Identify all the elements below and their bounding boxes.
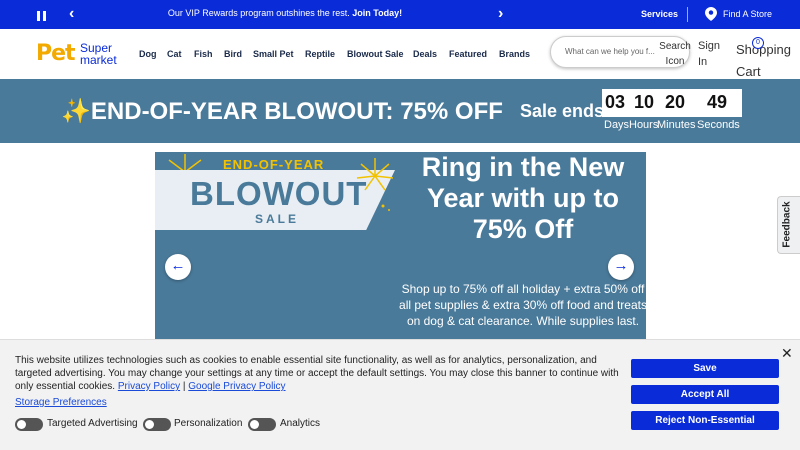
countdown-hours: 10 bbox=[634, 92, 655, 112]
save-button[interactable]: Save bbox=[631, 359, 779, 378]
announcement-bar: ‹ Our VIP Rewards program outshines the … bbox=[0, 0, 800, 29]
blowout-countdown-banner[interactable]: ✨END-OF-YEAR BLOWOUT: 75% OFF Sale ends:… bbox=[0, 79, 800, 143]
nav-fish[interactable]: Fish bbox=[194, 49, 213, 59]
hero-eyebrow: END-OF-YEAR bbox=[223, 157, 325, 172]
sparkles-icon: ✨ bbox=[61, 98, 91, 125]
pet-supermarket-logo[interactable]: Pet Super market bbox=[36, 41, 117, 67]
hero-promo-slide[interactable]: END-OF-YEAR BLOWOUT SALE Ring in the New… bbox=[155, 152, 646, 350]
nav-bird[interactable]: Bird bbox=[224, 49, 242, 59]
nav-brands[interactable]: Brands bbox=[499, 49, 530, 59]
reject-non-essential-button[interactable]: Reject Non-Essential bbox=[631, 411, 779, 430]
targeted-advertising-label: Targeted Advertising bbox=[47, 418, 138, 429]
chevron-right-icon[interactable]: › bbox=[498, 6, 512, 22]
search-icon[interactable]: Search Icon bbox=[658, 39, 692, 69]
headline-text: END-OF-YEAR BLOWOUT: 75% OFF bbox=[90, 98, 503, 125]
privacy-policy-link[interactable]: Privacy Policy bbox=[118, 381, 180, 392]
blowout-sale-graphic: END-OF-YEAR BLOWOUT SALE bbox=[155, 152, 395, 350]
nav-small-pet[interactable]: Small Pet bbox=[253, 49, 294, 59]
join-today-link[interactable]: Join Today! bbox=[352, 8, 402, 18]
nav-dog[interactable]: Dog bbox=[139, 49, 157, 59]
cookie-message-text: This website utilizes technologies such … bbox=[15, 355, 619, 392]
cart-count-badge: 0 bbox=[752, 37, 764, 49]
services-link[interactable]: Services bbox=[641, 9, 678, 19]
feedback-label: Feedback bbox=[781, 201, 793, 248]
countdown-minutes: 20 bbox=[665, 92, 686, 112]
personalization-label: Personalization bbox=[174, 418, 243, 429]
hero-description: Shop up to 75% off all holiday + extra 5… bbox=[399, 282, 646, 328]
cookie-message: This website utilizes technologies such … bbox=[15, 354, 620, 393]
hero-blowout-word: BLOWOUT bbox=[190, 175, 368, 212]
nav-reptile[interactable]: Reptile bbox=[305, 49, 335, 59]
logo-pet-text: Pet bbox=[36, 41, 76, 66]
search-input[interactable]: What can we help you f... bbox=[565, 47, 657, 56]
close-icon[interactable]: ✕ bbox=[781, 345, 793, 362]
hero-headline: Ring in the New Year with up to 75% Off bbox=[421, 152, 625, 244]
google-privacy-policy-link[interactable]: Google Privacy Policy bbox=[188, 381, 285, 392]
countdown-timer: 03 10 20 49 bbox=[602, 89, 742, 117]
nav-cat[interactable]: Cat bbox=[167, 49, 182, 59]
countdown-seconds: 49 bbox=[707, 92, 728, 112]
carousel-prev-button[interactable]: ← bbox=[165, 254, 191, 280]
analytics-toggle[interactable] bbox=[248, 418, 276, 431]
countdown-days: 03 bbox=[605, 92, 626, 112]
logo-supermarket-text: Super market bbox=[80, 41, 117, 67]
targeted-advertising-toggle[interactable] bbox=[15, 418, 43, 431]
blowout-headline: ✨END-OF-YEAR BLOWOUT: 75% OFF bbox=[61, 97, 503, 126]
storage-preferences-link[interactable]: Storage Preferences bbox=[15, 397, 107, 408]
nav-deals[interactable]: Deals bbox=[413, 49, 437, 59]
sign-in-link[interactable]: Sign In bbox=[698, 38, 724, 70]
label-seconds: Seconds bbox=[697, 119, 740, 131]
nav-blowout-sale[interactable]: Blowout Sale bbox=[347, 49, 404, 59]
label-days: Days bbox=[604, 119, 630, 131]
analytics-label: Analytics bbox=[280, 418, 321, 429]
feedback-tab[interactable]: Feedback bbox=[777, 196, 800, 254]
cookie-consent-banner: This website utilizes technologies such … bbox=[0, 339, 800, 450]
carousel-next-button[interactable]: → bbox=[608, 254, 634, 280]
label-minutes: Minutes bbox=[657, 119, 696, 131]
nav-featured[interactable]: Featured bbox=[449, 49, 487, 59]
find-store-link[interactable]: Find A Store bbox=[723, 9, 772, 19]
promo-text: Our VIP Rewards program outshines the re… bbox=[167, 8, 350, 18]
location-pin-icon bbox=[705, 7, 717, 26]
sale-ends-label: Sale ends: bbox=[520, 101, 611, 121]
shopping-cart-link[interactable]: 0 Shopping Cart bbox=[736, 37, 800, 83]
cart-label: Shopping Cart bbox=[736, 42, 791, 79]
label-hours: Hours bbox=[629, 119, 659, 131]
hero-sale-word: SALE bbox=[255, 212, 300, 226]
topbar-divider bbox=[687, 7, 688, 22]
link-separator: | bbox=[182, 381, 186, 392]
promo-message: Our VIP Rewards program outshines the re… bbox=[0, 8, 570, 18]
search-box[interactable]: What can we help you f... Search Icon bbox=[550, 36, 692, 69]
firework-right-icon bbox=[356, 158, 394, 211]
accept-all-button[interactable]: Accept All bbox=[631, 385, 779, 404]
personalization-toggle[interactable] bbox=[143, 418, 171, 431]
site-header: Pet Super market Dog Cat Fish Bird Small… bbox=[0, 29, 800, 79]
